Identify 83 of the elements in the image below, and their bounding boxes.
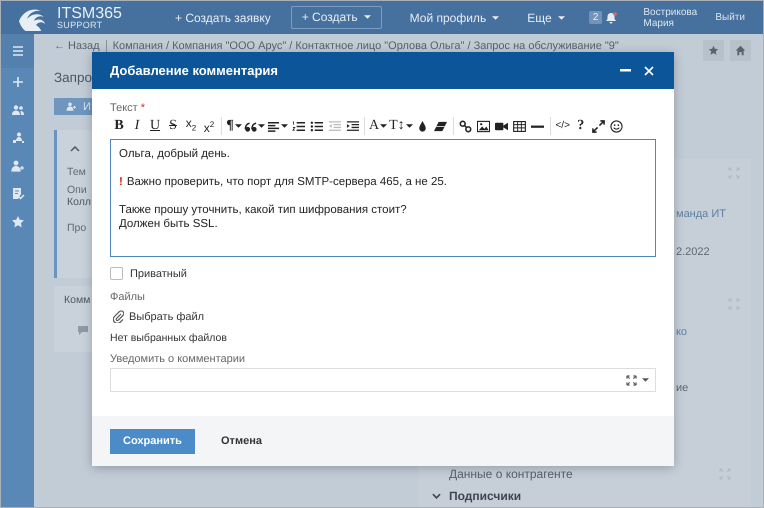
- nav-link[interactable]: + Создать заявку: [167, 6, 279, 28]
- checklist-icon[interactable]: [10, 187, 24, 201]
- field-label: Уведомить о комментарии: [110, 353, 246, 365]
- home-button[interactable]: [730, 40, 751, 60]
- underline-button[interactable]: U: [146, 117, 164, 135]
- paragraph-button[interactable]: ¶: [225, 117, 243, 135]
- expand-icon[interactable]: [626, 374, 637, 386]
- caret-icon: [642, 378, 649, 382]
- choose-file-button[interactable]: Выбрать файл: [110, 308, 208, 325]
- subscript-button[interactable]: x$_{2}$: [182, 117, 200, 135]
- home-icon: [735, 44, 746, 56]
- favorite-button[interactable]: [703, 40, 724, 60]
- cancel-button[interactable]: Отмена: [221, 435, 262, 447]
- editor-text: Ольга, добрый день.: [119, 147, 230, 161]
- font-button[interactable]: A: [368, 117, 388, 135]
- field-label: Колл: [67, 196, 91, 208]
- save-button[interactable]: Сохранить: [110, 428, 195, 454]
- italic-button[interactable]: I: [128, 117, 146, 135]
- paperclip-icon: [113, 310, 124, 323]
- create-button[interactable]: + Создать: [290, 6, 382, 29]
- bell-icon[interactable]: [606, 12, 618, 24]
- field-value: ко: [676, 326, 688, 338]
- section-title[interactable]: Подписчики: [449, 489, 522, 503]
- editor-text: Важно проверить, что порт для SMTP-сервера 465, а не 25.: [126, 175, 447, 189]
- required-mark: *: [140, 102, 145, 114]
- nav-link[interactable]: Мой профиль: [402, 6, 508, 28]
- hierarchy-icon[interactable]: [10, 131, 24, 145]
- strike-button[interactable]: S: [164, 117, 182, 135]
- bold-button[interactable]: B: [110, 117, 128, 135]
- plus-icon[interactable]: [10, 75, 24, 89]
- chevron-icon[interactable]: [70, 146, 80, 152]
- exclamation-mark: !: [119, 175, 123, 189]
- nav-link[interactable]: Еще: [519, 6, 573, 28]
- superscript-button[interactable]: x$^{2}$: [200, 117, 218, 135]
- chevron-icon[interactable]: [432, 493, 441, 499]
- editor-text: Должен быть SSL.: [119, 217, 218, 231]
- star-icon[interactable]: [10, 215, 24, 229]
- user-name[interactable]: Вострикова Мария: [643, 6, 700, 28]
- field-value: манда ИТ: [676, 208, 726, 220]
- file-status: Нет выбранных файлов: [110, 332, 228, 344]
- indent-icon: [346, 120, 358, 132]
- section-title: Комм: [64, 294, 90, 306]
- section-title[interactable]: Данные о контрагенте: [449, 467, 573, 481]
- user-add-icon: [66, 102, 77, 111]
- field-value: ие: [676, 382, 688, 394]
- users-icon[interactable]: [10, 103, 24, 117]
- bullet-list-icon: [310, 120, 322, 132]
- outdent-icon: [328, 120, 340, 132]
- back-link[interactable]: ← Назад: [54, 40, 100, 52]
- help-button[interactable]: ?: [572, 117, 590, 135]
- field-label: Тем: [67, 166, 86, 178]
- align-icon: [267, 120, 280, 132]
- code-button[interactable]: </>: [554, 117, 572, 135]
- quote-icon: [244, 120, 257, 132]
- ordered-list-icon: [292, 120, 304, 132]
- private-checkbox[interactable]: [110, 267, 123, 280]
- field-value: 2.2022: [676, 246, 710, 258]
- field-label: Про: [67, 222, 86, 234]
- fullscreen-button[interactable]: [590, 117, 608, 135]
- user-add-icon[interactable]: [10, 159, 24, 173]
- close-button[interactable]: [642, 64, 656, 78]
- editor-text: Также прошу уточнить, какой тип шифрования стоит?: [119, 203, 407, 217]
- dialog-title: Добавление комментария: [110, 63, 278, 78]
- star-icon: [708, 44, 719, 56]
- notification-count: 2: [588, 11, 602, 24]
- minimize-icon: [620, 69, 630, 72]
- smiley-icon: [610, 120, 624, 132]
- logout-link[interactable]: Выйти: [715, 12, 745, 23]
- field-label: Файлы: [110, 291, 146, 303]
- menu-icon[interactable]: [10, 44, 24, 58]
- logo-subtitle: SUPPORT: [57, 20, 104, 30]
- table-icon: [513, 120, 526, 132]
- checkbox-label[interactable]: Приватный: [130, 268, 187, 280]
- font-size-button[interactable]: T↕: [388, 117, 414, 135]
- page-title: Запро: [54, 70, 92, 87]
- eraser-icon: [434, 120, 448, 132]
- fullscreen-icon: [592, 120, 606, 132]
- logo-text[interactable]: ITSM365: [57, 6, 122, 20]
- link-icon: [459, 120, 472, 132]
- close-icon: [644, 66, 654, 76]
- image-icon: [477, 120, 490, 132]
- field-label: Опи: [67, 184, 87, 196]
- text-editor[interactable]: Ольга, добрый день. ! Важно проверить, что порт для SMTP-сервера 465, а не 25. Также прошу уточнить, какой тип шифрования стоит? Должен быть SSL.: [110, 139, 656, 257]
